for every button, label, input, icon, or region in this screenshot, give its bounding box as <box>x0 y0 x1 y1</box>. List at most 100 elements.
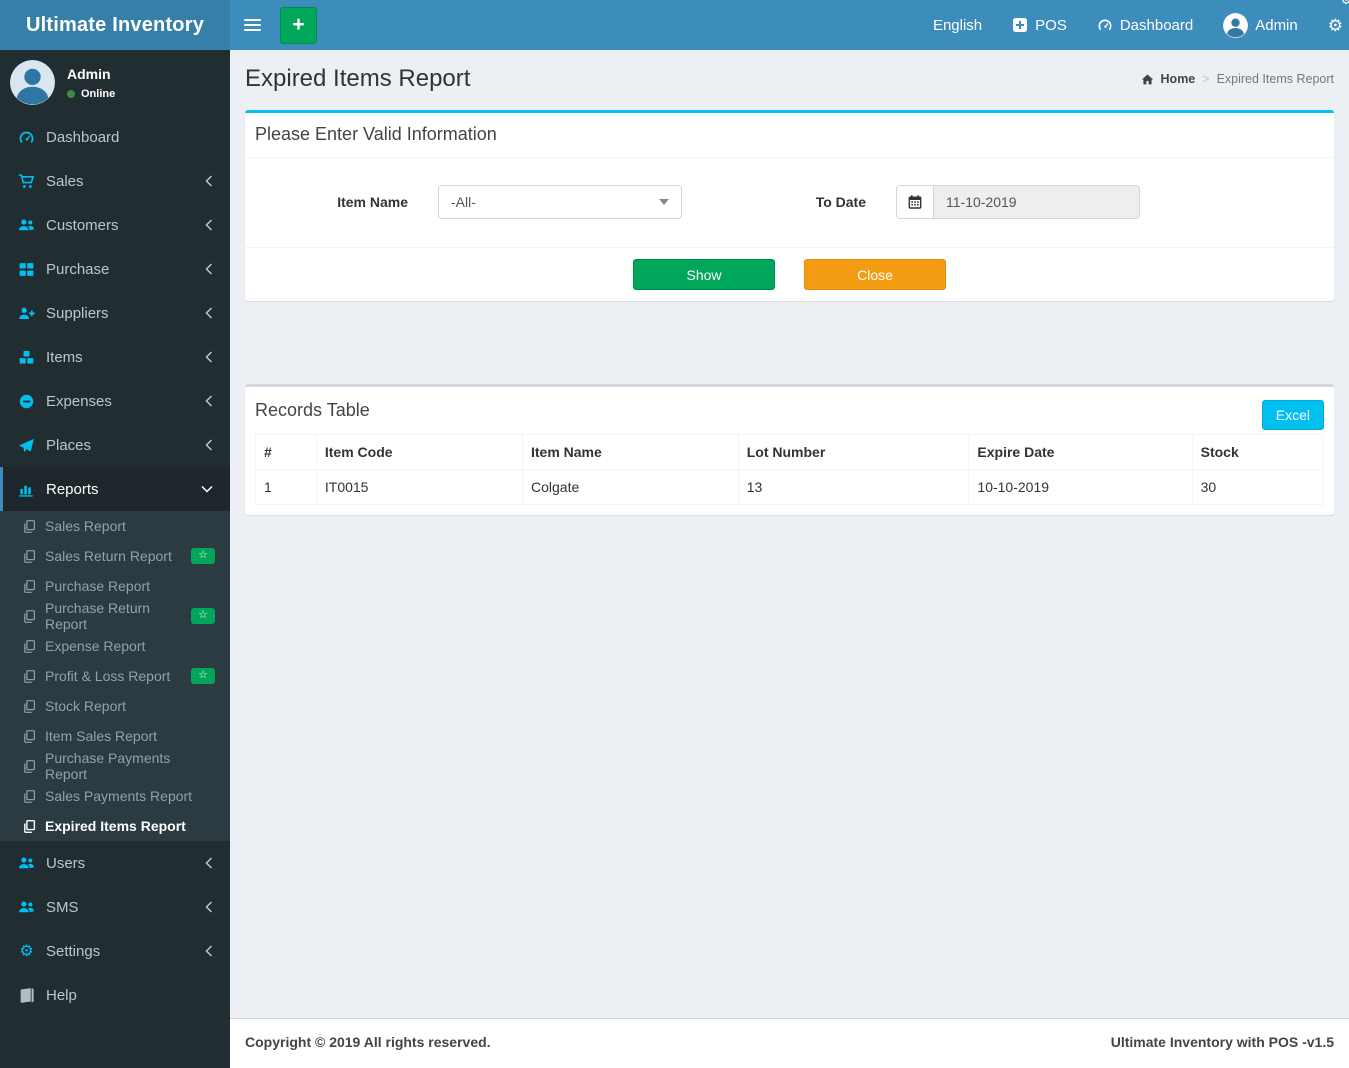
sidebar-subitem-sales-payments-report[interactable]: Sales Payments Report <box>0 781 230 811</box>
gear-icon: ⚙ <box>19 942 34 960</box>
sidebar-item-sales[interactable]: Sales <box>0 159 230 203</box>
column-header-expire-date: Expire Date <box>968 434 1193 470</box>
sidebar-item-sms[interactable]: SMS <box>0 885 230 929</box>
excel-export-button[interactable]: Excel <box>1261 400 1324 430</box>
sidebar-subitem-purchase-report[interactable]: Purchase Report <box>0 571 230 601</box>
page-title: Expired Items Report <box>245 65 471 92</box>
sidebar-item-items[interactable]: Items <box>0 335 230 379</box>
reports-submenu: Sales Report Sales Return Report ☆ Purch… <box>0 511 230 841</box>
show-button[interactable]: Show <box>633 259 775 290</box>
chevron-left-icon <box>205 219 213 231</box>
copy-icon <box>22 699 37 714</box>
cogs-icon-small: ⚙ <box>1341 0 1349 7</box>
sidebar-item-customers[interactable]: Customers <box>0 203 230 247</box>
column-header-item-code: Item Code <box>315 434 523 470</box>
top-navbar: Ultimate Inventory + English POS Dashboa… <box>0 0 1349 50</box>
breadcrumb: Home > Expired Items Report <box>1141 72 1334 86</box>
records-table: # Item Code Item Name Lot Number Expire … <box>255 434 1325 505</box>
cell-item-code: IT0015 <box>315 469 523 505</box>
cell-num: 1 <box>255 469 317 505</box>
sidebar-subitem-stock-report[interactable]: Stock Report <box>0 691 230 721</box>
star-badge: ☆ <box>191 668 215 684</box>
filter-panel-title: Please Enter Valid Information <box>245 113 1334 158</box>
sidebar-subitem-sales-return-report[interactable]: Sales Return Report ☆ <box>0 541 230 571</box>
chevron-left-icon <box>205 901 213 913</box>
chevron-down-icon <box>201 485 213 493</box>
cubes-icon <box>18 349 35 366</box>
sidebar-subitem-expired-items-report[interactable]: Expired Items Report <box>0 811 230 841</box>
cell-expire-date: 10-10-2019 <box>968 469 1193 505</box>
language-menu[interactable]: English <box>918 0 997 50</box>
user-plus-icon <box>18 305 35 322</box>
copy-icon <box>22 759 37 774</box>
cell-stock: 30 <box>1191 469 1325 505</box>
sidebar-item-purchase[interactable]: Purchase <box>0 247 230 291</box>
item-name-select[interactable]: -All- <box>438 185 682 219</box>
avatar <box>1223 12 1249 38</box>
tachometer-icon <box>1097 17 1113 33</box>
chevron-left-icon <box>205 945 213 957</box>
copy-icon <box>22 519 37 534</box>
chevron-left-icon <box>205 395 213 407</box>
breadcrumb-separator: > <box>1202 72 1210 86</box>
item-name-selected-value: -All- <box>451 194 476 210</box>
sidebar-toggle-button[interactable] <box>230 0 275 50</box>
copy-icon <box>22 669 37 684</box>
sidebar-item-dashboard[interactable]: Dashboard <box>0 115 230 159</box>
users-icon <box>18 855 35 872</box>
brand-logo[interactable]: Ultimate Inventory <box>0 0 230 50</box>
sidebar-subitem-item-sales-report[interactable]: Item Sales Report <box>0 721 230 751</box>
star-badge: ☆ <box>191 608 215 624</box>
records-table-wrap: # Item Code Item Name Lot Number Expire … <box>245 434 1334 515</box>
column-header-num: # <box>255 434 317 470</box>
page-footer: Copyright © 2019 All rights reserved. Ul… <box>230 1018 1349 1068</box>
version-text: Ultimate Inventory with POS -v1.5 <box>1110 1034 1334 1050</box>
sidebar-item-help[interactable]: Help <box>0 973 230 1017</box>
chevron-left-icon <box>205 175 213 187</box>
star-badge: ☆ <box>191 548 215 564</box>
records-panel: Records Table Excel # Item Code Item Nam… <box>245 384 1334 515</box>
user-menu[interactable]: Admin <box>1208 0 1313 50</box>
avatar <box>10 60 55 105</box>
sidebar-item-expenses[interactable]: Expenses <box>0 379 230 423</box>
users-icon <box>18 217 35 234</box>
plus-icon: + <box>292 12 305 36</box>
chevron-left-icon <box>205 307 213 319</box>
settings-menu[interactable]: ⚙ ⚙ <box>1313 0 1349 50</box>
pos-link[interactable]: POS <box>997 0 1082 50</box>
dashboard-link[interactable]: Dashboard <box>1082 0 1208 50</box>
sidebar-subitem-expense-report[interactable]: Expense Report <box>0 631 230 661</box>
filter-panel: Please Enter Valid Information Item Name… <box>245 110 1334 301</box>
plus-square-icon <box>1012 17 1028 33</box>
sidebar-subitem-sales-report[interactable]: Sales Report <box>0 511 230 541</box>
navbar-right: English POS Dashboard Admin ⚙ ⚙ <box>918 0 1349 50</box>
copy-icon <box>22 549 37 564</box>
sidebar: Admin Online Dashboard Sales Customers P… <box>0 50 230 1068</box>
sidebar-item-reports[interactable]: Reports <box>0 467 230 511</box>
sidebar-item-places[interactable]: Places <box>0 423 230 467</box>
minus-circle-icon <box>18 393 35 410</box>
chevron-left-icon <box>205 351 213 363</box>
navbar-left: + <box>230 0 317 50</box>
records-panel-title: Records Table <box>255 400 370 420</box>
calendar-addon[interactable] <box>896 185 933 219</box>
breadcrumb-home-link[interactable]: Home <box>1161 72 1196 86</box>
grid-icon <box>18 261 35 278</box>
sidebar-item-settings[interactable]: ⚙ Settings <box>0 929 230 973</box>
filter-form: Item Name -All- To Date <box>245 158 1334 247</box>
quick-add-button[interactable]: + <box>280 6 317 44</box>
sidebar-subitem-profit-loss-report[interactable]: Profit & Loss Report ☆ <box>0 661 230 691</box>
to-date-input[interactable] <box>933 185 1140 219</box>
sidebar-subitem-purchase-payments-report[interactable]: Purchase Payments Report <box>0 750 230 782</box>
sidebar-subitem-purchase-return-report[interactable]: Purchase Return Report ☆ <box>0 600 230 632</box>
to-date-group <box>896 185 1140 219</box>
close-button[interactable]: Close <box>804 259 946 290</box>
table-header-row: # Item Code Item Name Lot Number Expire … <box>255 434 1325 470</box>
cell-lot-number: 13 <box>737 469 970 505</box>
column-header-item-name: Item Name <box>521 434 739 470</box>
sidebar-item-suppliers[interactable]: Suppliers <box>0 291 230 335</box>
sidebar-item-users[interactable]: Users <box>0 841 230 885</box>
user-name: Admin <box>67 65 111 82</box>
to-date-label: To Date <box>815 194 866 210</box>
copy-icon <box>22 639 37 654</box>
